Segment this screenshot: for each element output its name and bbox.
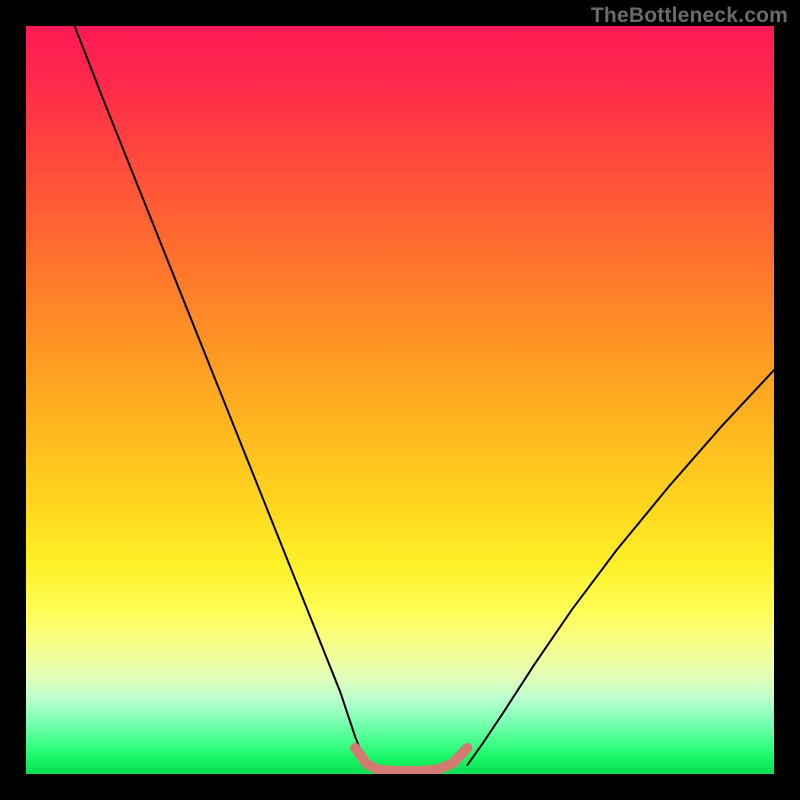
chart-stage: TheBottleneck.com — [0, 0, 800, 800]
series-left-arm — [75, 26, 367, 765]
series-valley-highlight — [355, 748, 467, 771]
series-right-arm — [467, 370, 774, 765]
series-group — [75, 26, 774, 771]
curves-svg — [26, 26, 774, 774]
plot-area — [26, 26, 774, 774]
watermark-text: TheBottleneck.com — [591, 4, 788, 28]
